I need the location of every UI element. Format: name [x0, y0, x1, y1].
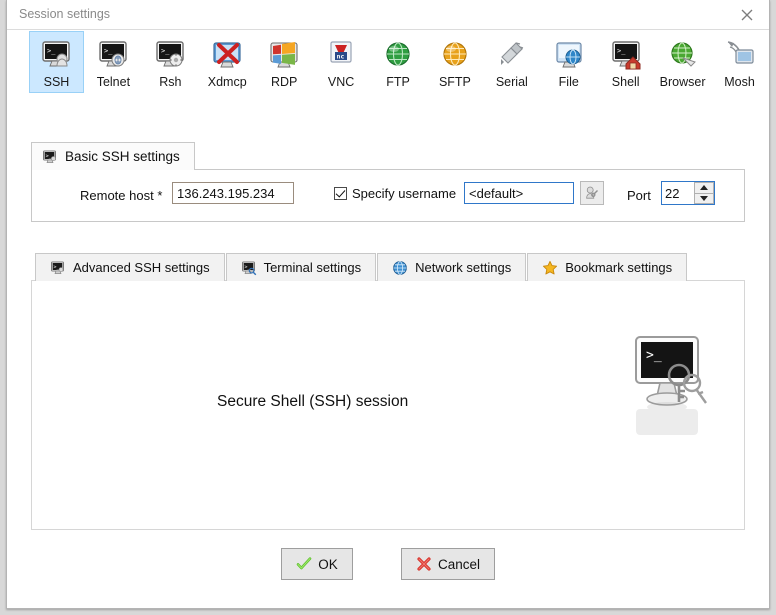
- session-type-rsh[interactable]: >_ Rsh: [143, 31, 198, 93]
- tab-bookmark-settings[interactable]: Bookmark settings: [527, 253, 688, 281]
- svg-text:>_: >_: [617, 47, 626, 55]
- svg-text:nc: nc: [337, 53, 345, 61]
- basic-ssh-settings-group: >_ Basic SSH settings Remote host * Spec…: [31, 142, 745, 222]
- session-type-file[interactable]: File: [541, 31, 596, 93]
- tab-network-settings[interactable]: Network settings: [377, 253, 527, 281]
- monitor-icon: >_: [42, 149, 58, 165]
- shell-icon: >_: [610, 38, 642, 70]
- session-type-browser[interactable]: Browser: [655, 31, 710, 93]
- monitor-icon: >_: [50, 260, 66, 276]
- tab-label: Bookmark settings: [565, 260, 673, 275]
- session-type-toolbar: >_ SSH >_ Telnet >_ Rsh Xdmcp RDP nc VNC FTP SFTP Se…: [7, 31, 769, 113]
- session-caption: Secure Shell (SSH) session: [217, 393, 409, 410]
- username-input[interactable]: [464, 182, 574, 204]
- session-type-label: VNC: [327, 75, 355, 89]
- dialog-button-row: OK Cancel: [7, 548, 769, 580]
- file-icon: [553, 38, 585, 70]
- session-type-shell[interactable]: >_ Shell: [598, 31, 653, 93]
- window-title: Session settings: [19, 7, 111, 21]
- tab-label: Advanced SSH settings: [73, 260, 210, 275]
- tab-terminal-settings[interactable]: >_ Terminal settings: [225, 253, 377, 281]
- ok-button-label: OK: [318, 556, 338, 572]
- svg-text:>_: >_: [104, 47, 113, 55]
- terminal-wrench-icon: >_: [241, 260, 257, 276]
- vnc-icon: nc: [325, 38, 357, 70]
- close-glyph: [741, 9, 753, 20]
- user-key-icon[interactable]: [580, 181, 604, 205]
- session-type-vnc[interactable]: nc VNC: [314, 31, 369, 93]
- session-type-label: Serial: [495, 75, 528, 89]
- serial-icon: [496, 38, 528, 70]
- red-x-icon: [416, 556, 432, 572]
- mosh-icon: [724, 38, 756, 70]
- specify-username-label: Specify username: [352, 186, 457, 201]
- session-type-rdp[interactable]: RDP: [257, 31, 312, 93]
- session-type-label: Rsh: [159, 75, 182, 89]
- session-type-label: RDP: [270, 75, 298, 89]
- tab-label: Network settings: [415, 260, 512, 275]
- rdp-icon: [268, 38, 300, 70]
- port-input[interactable]: [662, 182, 694, 204]
- ftp-icon: [382, 38, 414, 70]
- ssh-monitor-keys-icon: >_: [622, 331, 722, 456]
- port-stepper: [694, 182, 714, 204]
- ok-button[interactable]: OK: [280, 548, 353, 580]
- tab-basic-ssh-settings[interactable]: >_ Basic SSH settings: [31, 142, 195, 170]
- cancel-button[interactable]: Cancel: [400, 548, 496, 580]
- basic-ssh-settings-body: Remote host * Specify username Port: [31, 169, 745, 222]
- svg-text:>_: >_: [161, 47, 170, 55]
- session-type-label: SFTP: [438, 75, 471, 89]
- session-type-ssh[interactable]: >_ SSH: [29, 31, 84, 93]
- tab-advanced-ssh-settings[interactable]: >_ Advanced SSH settings: [35, 253, 225, 281]
- settings-tab-strip: >_ Advanced SSH settings >_ Terminal settin…: [35, 253, 688, 281]
- session-type-serial[interactable]: Serial: [484, 31, 539, 93]
- session-settings-dialog: Session settings >_ SSH >_ Telnet >_ Rsh Xdmcp…: [6, 0, 770, 609]
- svg-text:>_: >_: [47, 47, 56, 55]
- session-type-label: FTP: [386, 75, 410, 89]
- green-check-icon: [296, 556, 312, 572]
- specify-username-checkbox-box[interactable]: [334, 187, 347, 200]
- star-icon: [542, 260, 558, 276]
- session-preview-panel: Secure Shell (SSH) session >_: [31, 280, 745, 530]
- tab-label: Terminal settings: [263, 260, 362, 275]
- session-type-xdmcp[interactable]: Xdmcp: [200, 31, 255, 93]
- session-type-label: Mosh: [724, 75, 755, 89]
- remote-host-label: Remote host *: [80, 188, 163, 203]
- globe-icon: [392, 260, 408, 276]
- browser-icon: [667, 38, 699, 70]
- port-field: [661, 181, 715, 205]
- title-bar: Session settings: [7, 0, 769, 30]
- port-label: Port: [627, 188, 651, 203]
- cancel-button-label: Cancel: [437, 556, 481, 572]
- rsh-icon: >_: [154, 38, 186, 70]
- session-type-ftp[interactable]: FTP: [371, 31, 426, 93]
- tab-basic-ssh-settings-label: Basic SSH settings: [65, 149, 180, 164]
- chevron-down-icon[interactable]: [694, 192, 714, 204]
- session-type-label: Browser: [659, 75, 706, 89]
- remote-host-input[interactable]: [172, 182, 294, 204]
- session-type-label: Telnet: [96, 75, 131, 89]
- session-type-mosh[interactable]: Mosh: [712, 31, 767, 93]
- session-type-label: Shell: [611, 75, 640, 89]
- chevron-up-icon[interactable]: [694, 182, 714, 193]
- session-type-label: Xdmcp: [207, 75, 247, 89]
- svg-text:>_: >_: [244, 264, 251, 270]
- xdmcp-icon: [211, 38, 243, 70]
- sftp-icon: [439, 38, 471, 70]
- svg-text:>_: >_: [646, 348, 662, 363]
- specify-username-checkbox[interactable]: Specify username: [334, 186, 456, 201]
- session-type-label: SSH: [43, 75, 70, 89]
- close-icon[interactable]: [725, 0, 769, 29]
- telnet-icon: >_: [97, 38, 129, 70]
- session-type-telnet[interactable]: >_ Telnet: [86, 31, 141, 93]
- ssh-icon: >_: [40, 38, 72, 70]
- session-type-label: File: [558, 75, 579, 89]
- session-type-sftp[interactable]: SFTP: [427, 31, 482, 93]
